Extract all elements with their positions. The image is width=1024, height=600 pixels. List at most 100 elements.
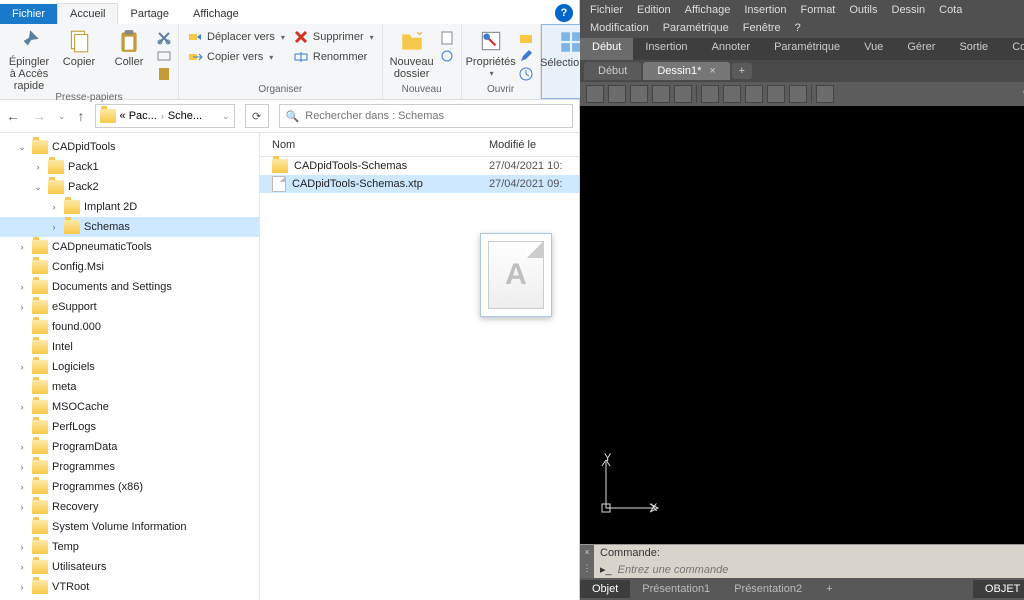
tree-item-programmes[interactable]: ›Programmes xyxy=(0,457,259,477)
new-tab-button[interactable]: + xyxy=(732,63,752,79)
tree-item-implant-2d[interactable]: ›Implant 2D xyxy=(0,197,259,217)
tree-item-temp[interactable]: ›Temp xyxy=(0,537,259,557)
tree-item-logiciels[interactable]: ›Logiciels xyxy=(0,357,259,377)
move-to-button[interactable]: Déplacer vers xyxy=(185,28,287,46)
new-item-icon[interactable] xyxy=(439,30,455,46)
cad-canvas[interactable]: Y X xyxy=(580,106,1024,544)
search-input[interactable] xyxy=(305,110,566,122)
tree-item-documents-and-settings[interactable]: ›Documents and Settings xyxy=(0,277,259,297)
close-icon[interactable]: × xyxy=(709,65,715,77)
rename-button[interactable]: Renommer xyxy=(291,48,376,66)
command-input[interactable] xyxy=(618,564,1024,576)
up-button[interactable]: ↑ xyxy=(78,108,85,124)
refresh-button[interactable]: ⟳ xyxy=(245,104,269,128)
tree-item-pack2[interactable]: ⌄Pack2 xyxy=(0,177,259,197)
tree-item-pack1[interactable]: ›Pack1 xyxy=(0,157,259,177)
menu-affichage[interactable]: Affichage xyxy=(685,4,731,16)
ribtab-sortie[interactable]: Sortie xyxy=(947,38,1000,60)
copy-button[interactable]: Copier xyxy=(56,26,102,68)
layout-tab-présentation2[interactable]: Présentation2 xyxy=(722,580,814,598)
tool-10[interactable] xyxy=(789,85,807,103)
back-button[interactable]: ← xyxy=(6,108,20,124)
menu-paramétrique[interactable]: Paramétrique xyxy=(663,22,729,34)
ribtab-vue[interactable]: Vue xyxy=(852,38,895,60)
tree-item-meta[interactable]: meta xyxy=(0,377,259,397)
add-layout-button[interactable]: + xyxy=(814,580,844,598)
tree-item-programmes-x86-[interactable]: ›Programmes (x86) xyxy=(0,477,259,497)
tree-item-esupport[interactable]: ›eSupport xyxy=(0,297,259,317)
tool-2[interactable] xyxy=(608,85,626,103)
cut-icon[interactable] xyxy=(156,30,172,46)
crumb-2[interactable]: Sche... xyxy=(168,110,202,122)
breadcrumb[interactable]: « Pac... › Sche... ⌄ xyxy=(95,104,235,128)
ribtab-compléments[interactable]: Compléments xyxy=(1000,38,1024,60)
edit-icon[interactable] xyxy=(518,48,534,64)
bulb-icon[interactable]: 💡 xyxy=(1021,88,1024,101)
tool-3[interactable] xyxy=(630,85,648,103)
tree-item-intel[interactable]: Intel xyxy=(0,337,259,357)
tool-6[interactable] xyxy=(701,85,719,103)
tree-item-programdata[interactable]: ›ProgramData xyxy=(0,437,259,457)
tree-item-cadpneumatictools[interactable]: ›CADpneumaticTools xyxy=(0,237,259,257)
col-modified-header[interactable]: Modifié le xyxy=(489,139,579,151)
tree-item-found-000[interactable]: found.000 xyxy=(0,317,259,337)
copy-to-button[interactable]: Copier vers xyxy=(185,48,287,66)
doc-tab-dessin1[interactable]: Dessin1*× xyxy=(643,62,729,80)
ribtab-gérer[interactable]: Gérer xyxy=(895,38,947,60)
easy-access-icon[interactable] xyxy=(439,48,455,64)
ribtab-insertion[interactable]: Insertion xyxy=(633,38,699,60)
pin-quick-access-button[interactable]: Épingler à Accès rapide xyxy=(6,26,52,92)
tree-item-utilisateurs[interactable]: ›Utilisateurs xyxy=(0,557,259,577)
menu-outils[interactable]: Outils xyxy=(849,4,877,16)
panel-close-icon[interactable]: × xyxy=(580,545,594,561)
tree-item-perflogs[interactable]: PerfLogs xyxy=(0,417,259,437)
doc-tab-start[interactable]: Début xyxy=(584,62,641,80)
folder-tree[interactable]: ⌄CADpidTools›Pack1⌄Pack2›Implant 2D›Sche… xyxy=(0,133,260,600)
menu-format[interactable]: Format xyxy=(801,4,836,16)
history-icon[interactable] xyxy=(518,66,534,82)
tree-item-config-msi[interactable]: Config.Msi xyxy=(0,257,259,277)
tree-item-cadpidtools[interactable]: ⌄CADpidTools xyxy=(0,137,259,157)
tree-item-schemas[interactable]: ›Schemas xyxy=(0,217,259,237)
col-name-header[interactable]: Nom xyxy=(260,139,489,151)
menu-help[interactable]: ? xyxy=(795,22,801,34)
open-icon[interactable] xyxy=(518,30,534,46)
ribtab-annoter[interactable]: Annoter xyxy=(700,38,763,60)
layout-tab-objet[interactable]: Objet xyxy=(580,580,630,598)
tool-11[interactable] xyxy=(816,85,834,103)
tab-partage[interactable]: Partage xyxy=(118,4,181,24)
paste-button[interactable]: Coller xyxy=(106,26,152,68)
delete-button[interactable]: Supprimer xyxy=(291,28,376,46)
tree-item-msocache[interactable]: ›MSOCache xyxy=(0,397,259,417)
ribtab-paramétrique[interactable]: Paramétrique xyxy=(762,38,852,60)
ribtab-début[interactable]: Début xyxy=(580,38,633,60)
help-icon[interactable]: ? xyxy=(555,4,573,22)
file-list-header[interactable]: Nom Modifié le xyxy=(260,133,579,157)
model-space-button[interactable]: OBJET xyxy=(973,580,1024,598)
menu-dessin[interactable]: Dessin xyxy=(892,4,926,16)
menu-modification[interactable]: Modification xyxy=(590,22,649,34)
tool-1[interactable] xyxy=(586,85,604,103)
file-row[interactable]: CADpidTools-Schemas27/04/2021 10: xyxy=(260,157,579,175)
menu-edition[interactable]: Edition xyxy=(637,4,671,16)
tab-accueil[interactable]: Accueil xyxy=(57,3,118,24)
new-folder-button[interactable]: Nouveau dossier xyxy=(389,26,435,80)
recent-dropdown[interactable]: ⌄ xyxy=(58,111,66,122)
menu-fenêtre[interactable]: Fenêtre xyxy=(743,22,781,34)
menu-fichier[interactable]: Fichier xyxy=(590,4,623,16)
properties-button[interactable]: Propriétés xyxy=(468,26,514,79)
tool-4[interactable] xyxy=(652,85,670,103)
tree-item-vtroot[interactable]: ›VTRoot xyxy=(0,577,259,597)
crumb-1[interactable]: « Pac... xyxy=(120,110,157,122)
paste-shortcut-icon[interactable] xyxy=(156,66,172,82)
copy-path-icon[interactable] xyxy=(156,48,172,64)
tool-5[interactable] xyxy=(674,85,692,103)
tool-7[interactable] xyxy=(723,85,741,103)
tree-item-system-volume-information[interactable]: System Volume Information xyxy=(0,517,259,537)
tree-item-recovery[interactable]: ›Recovery xyxy=(0,497,259,517)
tab-fichier[interactable]: Fichier xyxy=(0,4,57,24)
tab-affichage[interactable]: Affichage xyxy=(181,4,251,24)
tool-8[interactable] xyxy=(745,85,763,103)
tool-9[interactable] xyxy=(767,85,785,103)
menu-insertion[interactable]: Insertion xyxy=(744,4,786,16)
